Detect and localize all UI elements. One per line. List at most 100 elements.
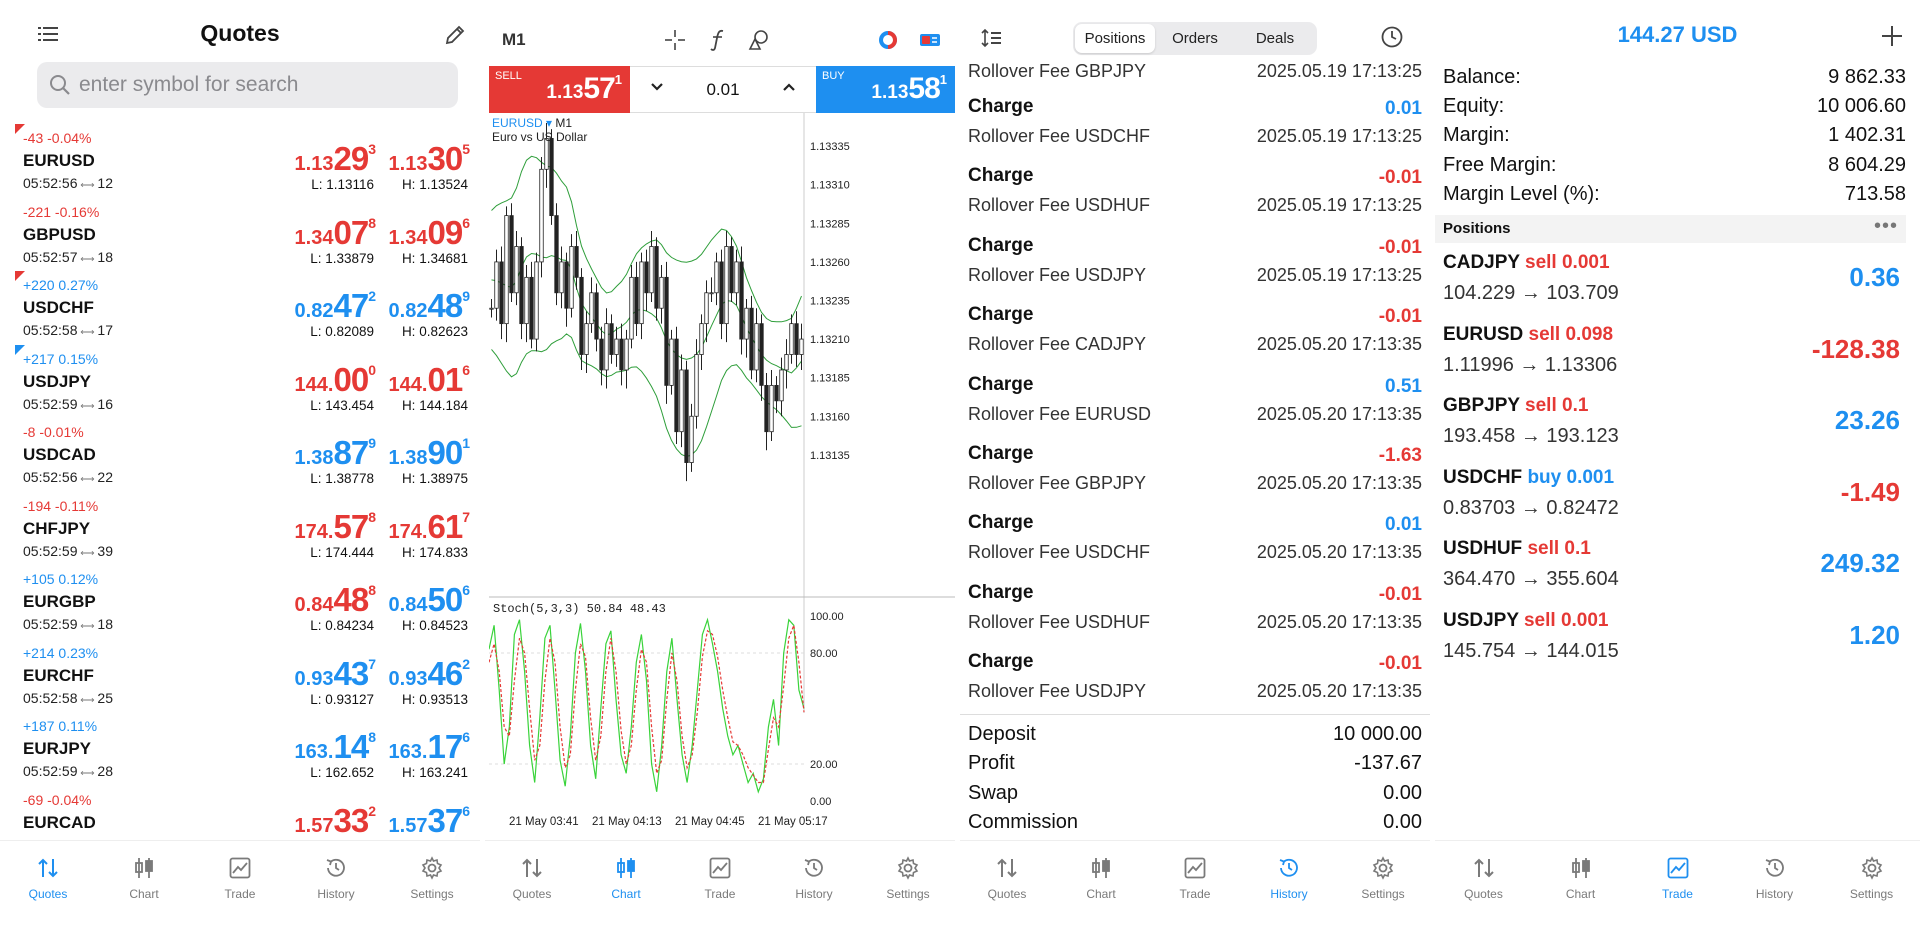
history-row[interactable]: Charge -1.63 Rollover Fee GBPJPY 2025.05.20… [960, 439, 1430, 508]
ask-price[interactable]: 0.93462 [389, 655, 470, 693]
history-row[interactable]: Charge -0.01 Rollover Fee USDJPY 2025.05.20… [960, 647, 1430, 716]
history-row[interactable]: Charge -0.01 Rollover Fee USDJPY 2025.05.19… [960, 231, 1430, 300]
tab-quotes[interactable]: Quotes [1435, 841, 1532, 933]
position-row[interactable]: USDCHF buy 0.001 0.83703 → 0.82472 -1.49 [1435, 463, 1906, 535]
ask-price[interactable]: 163.176 [389, 728, 470, 766]
bid-price[interactable]: 1.34078 [295, 214, 376, 252]
quote-low: L: 1.33879 [310, 250, 374, 266]
history-row[interactable]: Charge 0.51 Rollover Fee EURUSD 2025.05.20 … [960, 370, 1430, 439]
tab-history[interactable]: History [767, 841, 861, 933]
tab-trade[interactable]: Trade [673, 841, 767, 933]
function-icon[interactable] [707, 28, 729, 57]
tab-quotes[interactable]: Quotes [960, 841, 1054, 933]
ask-price[interactable]: 174.617 [389, 508, 470, 546]
tab-quotes[interactable]: Quotes [0, 841, 96, 933]
ask-price-pips: 37 [427, 801, 463, 839]
quote-row[interactable]: -194 -0.11% CHFJPY 05:52:59 ⟷ 39 174.578 174… [0, 494, 480, 568]
quote-row[interactable]: +217 0.15% USDJPY 05:52:59 ⟷ 16 144.000 144.… [0, 344, 480, 421]
history-row[interactable]: Charge -0.01 Rollover Fee USDHUF 2025.05.20… [960, 578, 1430, 647]
position-row[interactable]: USDHUF sell 0.1 364.470 → 355.604 249.32 [1435, 534, 1906, 606]
ask-price[interactable]: 144.016 [389, 361, 470, 399]
tab-chart[interactable]: Chart [579, 841, 673, 933]
ask-price[interactable]: 1.57376 [389, 802, 470, 840]
tab-trade[interactable]: Trade [1148, 841, 1242, 933]
position-row[interactable]: CADJPY sell 0.001 104.229 → 103.709 0.36 [1435, 248, 1906, 320]
quote-change: +214 0.23% [23, 644, 99, 661]
tab-settings[interactable]: Settings [1823, 841, 1920, 933]
price-chart[interactable]: 1.13335 1.13310 1.13285 1.13260 1.13235 1.132… [489, 113, 955, 833]
quote-row[interactable]: +105 0.12% EURGBP 05:52:59 ⟷ 18 0.84488 0.84… [0, 567, 480, 641]
tab-chart[interactable]: Chart [1532, 841, 1629, 933]
bid-price[interactable]: 163.148 [295, 728, 376, 766]
ask-price[interactable]: 1.34096 [389, 214, 470, 252]
history-panel: Positions Orders Deals Rollover Fee GBPJ… [960, 0, 1430, 933]
one-click-trading-icon[interactable] [918, 28, 942, 57]
history-row-partial[interactable]: Rollover Fee GBPJPY 2025.05.19 17:13:25 [968, 61, 1422, 82]
quote-change: -43 -0.04% [23, 130, 92, 146]
ask-price[interactable]: 1.38901 [389, 434, 470, 472]
sell-button[interactable]: SELL 1.13571 [489, 66, 630, 113]
objects-icon[interactable] [747, 28, 771, 57]
tab-settings[interactable]: Settings [1336, 841, 1430, 933]
crosshair-icon[interactable] [663, 28, 687, 57]
bid-price[interactable]: 0.84488 [295, 581, 376, 619]
bid-price[interactable]: 1.38879 [295, 434, 376, 472]
ask-price[interactable]: 0.84506 [389, 581, 470, 619]
history-row[interactable]: Charge -0.01 Rollover Fee CADJPY 2025.05.20… [960, 300, 1430, 369]
segment-positions[interactable]: Positions [1075, 24, 1155, 53]
buy-button[interactable]: BUY 1.13581 [816, 66, 955, 113]
tab-trade[interactable]: Trade [1629, 841, 1726, 933]
spread-icon: ⟷ [77, 621, 98, 632]
candle-body [549, 138, 554, 217]
quote-row[interactable]: -8 -0.01% USDCAD 05:52:56 ⟷ 22 1.38879 1.389… [0, 420, 480, 494]
bid-price[interactable]: 0.82472 [295, 287, 376, 325]
quote-row[interactable]: +187 0.11% EURJPY 05:52:59 ⟷ 28 163.148 163.… [0, 714, 480, 788]
lot-increase-chevron-icon[interactable] [782, 80, 796, 98]
tab-settings[interactable]: Settings [384, 841, 480, 933]
tab-quotes[interactable]: Quotes [485, 841, 579, 933]
tab-history[interactable]: History [1242, 841, 1336, 933]
history-row[interactable]: Charge -0.01 Rollover Fee USDHUF 2025.05.19… [960, 161, 1430, 230]
search-input[interactable]: enter symbol for search [37, 62, 458, 108]
timeframe-button[interactable]: M1 [502, 30, 526, 50]
quote-time-value: 05:52:58 [23, 322, 78, 338]
ask-price-pips: 90 [427, 434, 463, 471]
history-row[interactable]: Charge 0.01 Rollover Fee USDCHF 2025.05.19 … [960, 92, 1430, 161]
tab-history[interactable]: History [1726, 841, 1823, 933]
tab-trade[interactable]: Trade [192, 841, 288, 933]
position-row[interactable]: GBPJPY sell 0.1 193.458 → 193.123 23.26 [1435, 391, 1906, 463]
segment-deals[interactable]: Deals [1235, 24, 1315, 53]
tab-label: Chart [129, 887, 159, 901]
candle-body [674, 338, 679, 433]
bid-price[interactable]: 1.57332 [295, 802, 376, 840]
period-clock-icon[interactable] [1380, 25, 1404, 54]
color-scheme-icon[interactable] [876, 28, 900, 57]
more-options-icon[interactable]: ••• [1874, 215, 1898, 238]
chart-symbol[interactable]: EURUSD ▾ M1 [492, 116, 572, 130]
bid-price[interactable]: 1.13293 [295, 140, 376, 178]
tab-history[interactable]: History [288, 841, 384, 933]
ask-price[interactable]: 0.82489 [389, 287, 470, 325]
quote-row[interactable]: -43 -0.04% EURUSD 05:52:56 ⟷ 12 1.13293 1.13… [0, 124, 480, 200]
candle-body [644, 261, 649, 294]
quote-row[interactable]: +214 0.23% EURCHF 05:52:58 ⟷ 25 0.93437 0.93… [0, 641, 480, 715]
bid-price[interactable]: 144.000 [295, 361, 376, 399]
edit-pencil-icon[interactable] [444, 24, 466, 51]
sort-icon[interactable] [980, 28, 1002, 53]
tab-chart[interactable]: Chart [96, 841, 192, 933]
ask-price[interactable]: 1.13305 [389, 140, 470, 178]
quote-row[interactable]: +220 0.27% USDCHF 05:52:58 ⟷ 17 0.82472 0.82… [0, 271, 480, 347]
history-row[interactable]: Charge 0.01 Rollover Fee USDCHF 2025.05.20 … [960, 508, 1430, 577]
bid-price[interactable]: 174.578 [295, 508, 376, 546]
segment-orders[interactable]: Orders [1155, 24, 1235, 53]
position-row[interactable]: USDJPY sell 0.001 145.754 → 144.015 1.20 [1435, 606, 1906, 678]
bid-price[interactable]: 0.93437 [295, 655, 376, 693]
tab-label: Quotes [512, 887, 552, 901]
position-row[interactable]: EURUSD sell 0.098 1.11996 → 1.13306 -128.3… [1435, 320, 1906, 392]
quote-time-value: 05:52:59 [23, 542, 78, 559]
quote-row[interactable]: -221 -0.16% GBPUSD 05:52:57 ⟷ 18 1.34078 1.3… [0, 200, 480, 274]
history-list: Charge 0.01 Rollover Fee USDCHF 2025.05.19 … [960, 92, 1430, 717]
tab-chart[interactable]: Chart [1054, 841, 1148, 933]
tab-settings[interactable]: Settings [861, 841, 955, 933]
new-order-plus-icon[interactable] [1880, 24, 1904, 53]
